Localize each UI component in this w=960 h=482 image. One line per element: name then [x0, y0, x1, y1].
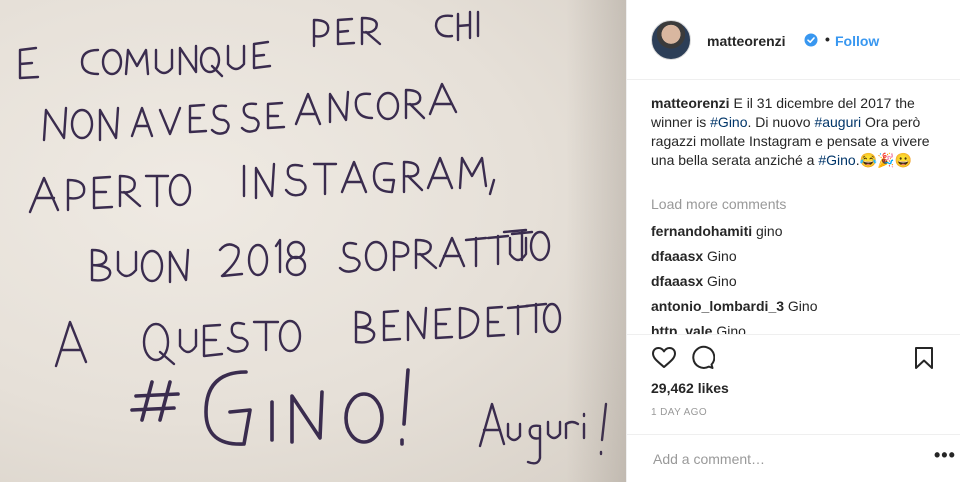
verified-badge-icon [804, 33, 818, 47]
handwriting-line-2 [42, 82, 458, 142]
author-username[interactable]: matteorenzi [707, 33, 786, 49]
handwritten-note [18, 10, 608, 465]
follow-button[interactable]: Follow [835, 33, 879, 49]
handwriting-line-4 [90, 228, 551, 284]
comment-text: Gino [707, 273, 737, 289]
caption-text-4: .😂🎉😀 [855, 152, 912, 168]
load-more-comments-button[interactable]: Load more comments [651, 196, 786, 212]
comment-username[interactable]: fernandohamiti [651, 223, 752, 239]
comment-username[interactable]: antonio_lombardi_3 [651, 298, 784, 314]
comment-text: Gino [707, 248, 737, 264]
comment-text: Gino [716, 323, 746, 334]
post-photo[interactable] [0, 0, 626, 482]
comment-item: fernandohamiti gino [651, 222, 782, 240]
handwriting-line-7 [478, 402, 608, 465]
add-comment-input[interactable] [651, 447, 905, 471]
bookmark-icon[interactable] [911, 345, 937, 371]
comment-text: Gino [787, 298, 818, 314]
comment-username[interactable]: http_vale [651, 323, 712, 334]
hashtag-gino-2[interactable]: #Gino [818, 152, 855, 168]
comment-username[interactable]: dfaaasx [651, 248, 703, 264]
handwriting-line-6 [130, 368, 410, 446]
handwriting-line-3 [28, 156, 496, 214]
comment-item: http_vale Gino [651, 322, 746, 334]
post-timestamp[interactable]: 1 DAY AGO [651, 407, 707, 418]
post-side-panel: matteorenzi • Follow matteorenzi E il 31… [626, 0, 960, 482]
caption-text-2: . Di nuovo [747, 114, 815, 130]
comment-item: dfaaasx Gino [651, 272, 737, 290]
more-options-icon[interactable]: ••• [934, 445, 956, 466]
post-actions: 29,462 likes 1 DAY AGO [627, 334, 960, 434]
separator-dot: • [825, 31, 830, 47]
heart-icon[interactable] [651, 345, 677, 371]
handwriting-line-1 [18, 10, 480, 80]
hashtag-auguri[interactable]: #auguri [814, 114, 861, 130]
likes-count[interactable]: 29,462 likes [651, 380, 729, 396]
instagram-post: matteorenzi • Follow matteorenzi E il 31… [0, 0, 960, 482]
comment-username[interactable]: dfaaasx [651, 273, 703, 289]
comment-text: gino [756, 223, 783, 239]
post-header: matteorenzi • Follow [627, 0, 960, 80]
add-comment-bar: ••• [627, 434, 960, 482]
handwriting-line-5 [54, 302, 562, 368]
avatar[interactable] [651, 20, 691, 60]
comment-item: antonio_lombardi_3 Gino [651, 297, 818, 315]
caption-username[interactable]: matteorenzi [651, 95, 730, 111]
hashtag-gino[interactable]: #Gino [710, 114, 747, 130]
comment-item: dfaaasx Gino [651, 247, 737, 265]
post-caption: matteorenzi E il 31 dicembre del 2017 th… [651, 94, 951, 170]
comment-icon[interactable] [689, 345, 715, 371]
comments-section: matteorenzi E il 31 dicembre del 2017 th… [627, 80, 960, 334]
